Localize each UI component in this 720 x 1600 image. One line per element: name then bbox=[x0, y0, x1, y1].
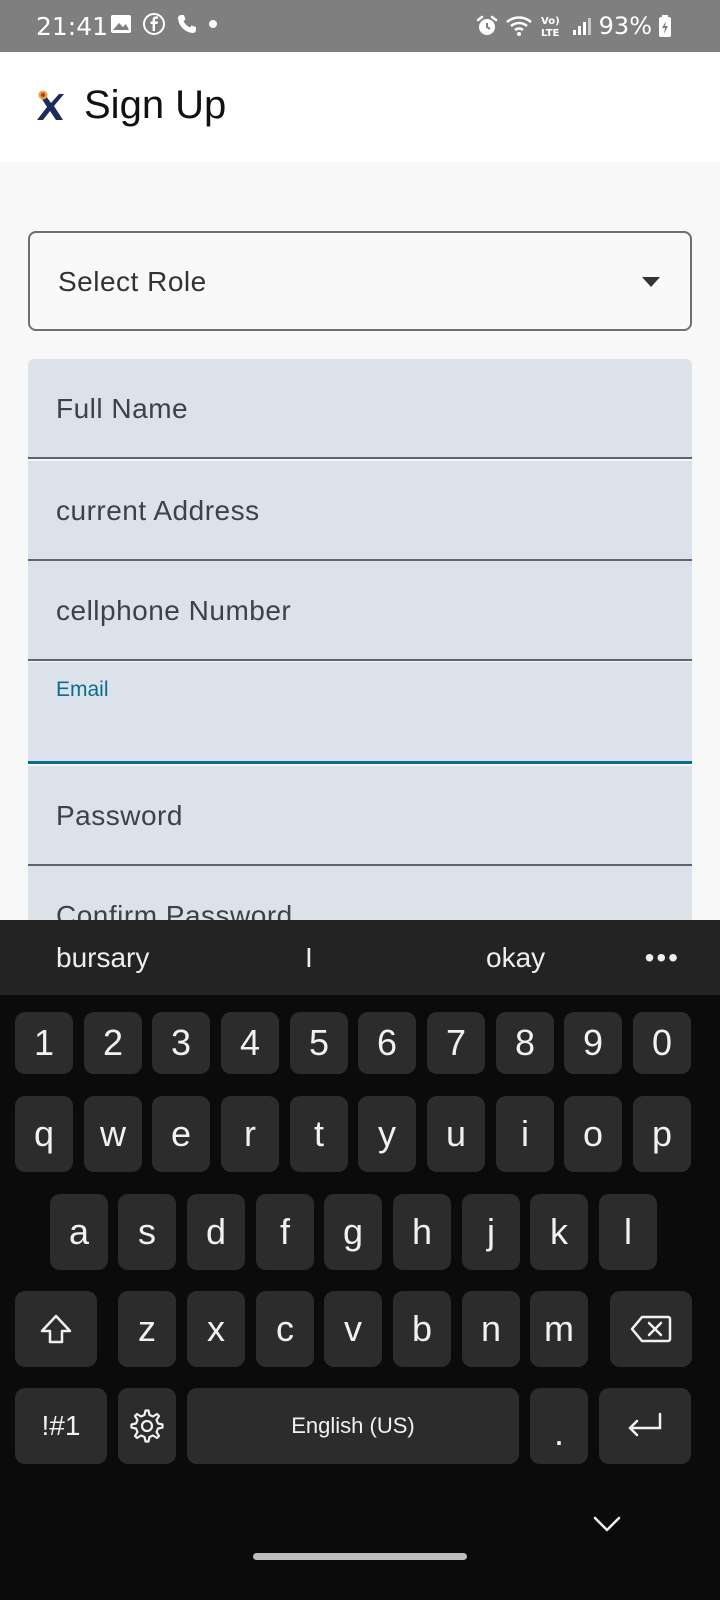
confirm-password-field[interactable]: Confirm Password bbox=[28, 866, 692, 931]
key[interactable]: 0 bbox=[633, 1012, 691, 1074]
password-label: Password bbox=[56, 800, 183, 831]
key[interactable]: 3 bbox=[152, 1012, 210, 1074]
key[interactable]: 7 bbox=[427, 1012, 485, 1074]
status-time: 21:41 bbox=[36, 12, 109, 41]
key[interactable]: i bbox=[496, 1096, 554, 1172]
app-logo-x-icon bbox=[37, 90, 64, 120]
key[interactable]: h bbox=[393, 1194, 451, 1270]
suggestion-bar: bursary I okay ••• bbox=[0, 920, 720, 995]
suggestion-item[interactable]: okay bbox=[486, 942, 545, 974]
status-bar: 21:41 Vo) LTE 93% bbox=[0, 0, 720, 52]
battery-percentage: 93% bbox=[598, 12, 652, 40]
enter-icon bbox=[628, 1412, 662, 1437]
suggestion-item[interactable]: bursary bbox=[56, 942, 149, 974]
current-address-label: current Address bbox=[56, 495, 260, 526]
key[interactable]: j bbox=[462, 1194, 520, 1270]
key[interactable]: 1 bbox=[15, 1012, 73, 1074]
key[interactable]: 2 bbox=[84, 1012, 142, 1074]
full-name-field[interactable]: Full Name bbox=[28, 359, 692, 459]
key[interactable]: b bbox=[393, 1291, 451, 1367]
select-role-dropdown[interactable]: Select Role bbox=[28, 231, 692, 331]
alarm-icon bbox=[476, 15, 497, 35]
backspace-key[interactable] bbox=[610, 1291, 692, 1367]
volte-icon: Vo)LTE bbox=[541, 16, 560, 39]
backspace-icon bbox=[630, 1315, 672, 1343]
key[interactable]: p bbox=[633, 1096, 691, 1172]
battery-icon bbox=[659, 15, 671, 37]
key[interactable]: r bbox=[221, 1096, 279, 1172]
key[interactable]: d bbox=[187, 1194, 245, 1270]
key[interactable]: o bbox=[564, 1096, 622, 1172]
facebook-icon bbox=[143, 13, 165, 35]
key[interactable]: k bbox=[530, 1194, 588, 1270]
keyboard-settings-key[interactable] bbox=[118, 1388, 176, 1464]
key[interactable]: t bbox=[290, 1096, 348, 1172]
key[interactable]: f bbox=[256, 1194, 314, 1270]
key[interactable]: y bbox=[358, 1096, 416, 1172]
phone-icon bbox=[178, 15, 196, 33]
key[interactable]: m bbox=[530, 1291, 588, 1367]
select-role-label: Select Role bbox=[58, 266, 207, 297]
more-options-button[interactable]: ••• bbox=[645, 942, 680, 974]
current-address-field[interactable]: current Address bbox=[28, 461, 692, 561]
space-key[interactable]: English (US) bbox=[187, 1388, 519, 1464]
key[interactable]: x bbox=[187, 1291, 245, 1367]
period-key[interactable]: . bbox=[530, 1388, 588, 1464]
dropdown-caret-icon bbox=[642, 277, 660, 287]
wifi-icon bbox=[505, 16, 532, 36]
password-field[interactable]: Password bbox=[28, 766, 692, 866]
key[interactable]: v bbox=[324, 1291, 382, 1367]
email-field[interactable]: Email bbox=[28, 662, 692, 764]
key[interactable]: a bbox=[50, 1194, 108, 1270]
page-title: Sign Up bbox=[84, 83, 227, 127]
key[interactable]: 6 bbox=[358, 1012, 416, 1074]
gear-icon bbox=[130, 1409, 164, 1443]
key[interactable]: u bbox=[427, 1096, 485, 1172]
cellphone-number-label: cellphone Number bbox=[56, 595, 292, 626]
svg-text:Vo): Vo) bbox=[541, 16, 560, 27]
home-indicator[interactable] bbox=[253, 1553, 467, 1560]
enter-key[interactable] bbox=[599, 1388, 691, 1464]
cellphone-number-field[interactable]: cellphone Number bbox=[28, 561, 692, 661]
key[interactable]: z bbox=[118, 1291, 176, 1367]
email-label: Email bbox=[56, 678, 109, 701]
key[interactable]: g bbox=[324, 1194, 382, 1270]
key[interactable]: q bbox=[15, 1096, 73, 1172]
key[interactable]: s bbox=[118, 1194, 176, 1270]
key[interactable]: 4 bbox=[221, 1012, 279, 1074]
key[interactable]: w bbox=[84, 1096, 142, 1172]
key[interactable]: c bbox=[256, 1291, 314, 1367]
key[interactable]: n bbox=[462, 1291, 520, 1367]
shift-key[interactable] bbox=[15, 1291, 97, 1367]
svg-text:LTE: LTE bbox=[541, 28, 560, 39]
gallery-icon bbox=[111, 15, 131, 33]
key[interactable]: 5 bbox=[290, 1012, 348, 1074]
key[interactable]: l bbox=[599, 1194, 657, 1270]
suggestion-item[interactable]: I bbox=[305, 942, 313, 974]
dot-icon bbox=[209, 20, 217, 28]
app-bar: Sign Up bbox=[0, 52, 720, 162]
signal-icon bbox=[572, 18, 591, 35]
chevron-down-icon[interactable] bbox=[592, 1512, 622, 1536]
full-name-label: Full Name bbox=[56, 393, 189, 424]
key[interactable]: 8 bbox=[496, 1012, 554, 1074]
shift-icon bbox=[40, 1314, 72, 1344]
symbols-key[interactable]: !#1 bbox=[15, 1388, 107, 1464]
key[interactable]: 9 bbox=[564, 1012, 622, 1074]
key[interactable]: e bbox=[152, 1096, 210, 1172]
